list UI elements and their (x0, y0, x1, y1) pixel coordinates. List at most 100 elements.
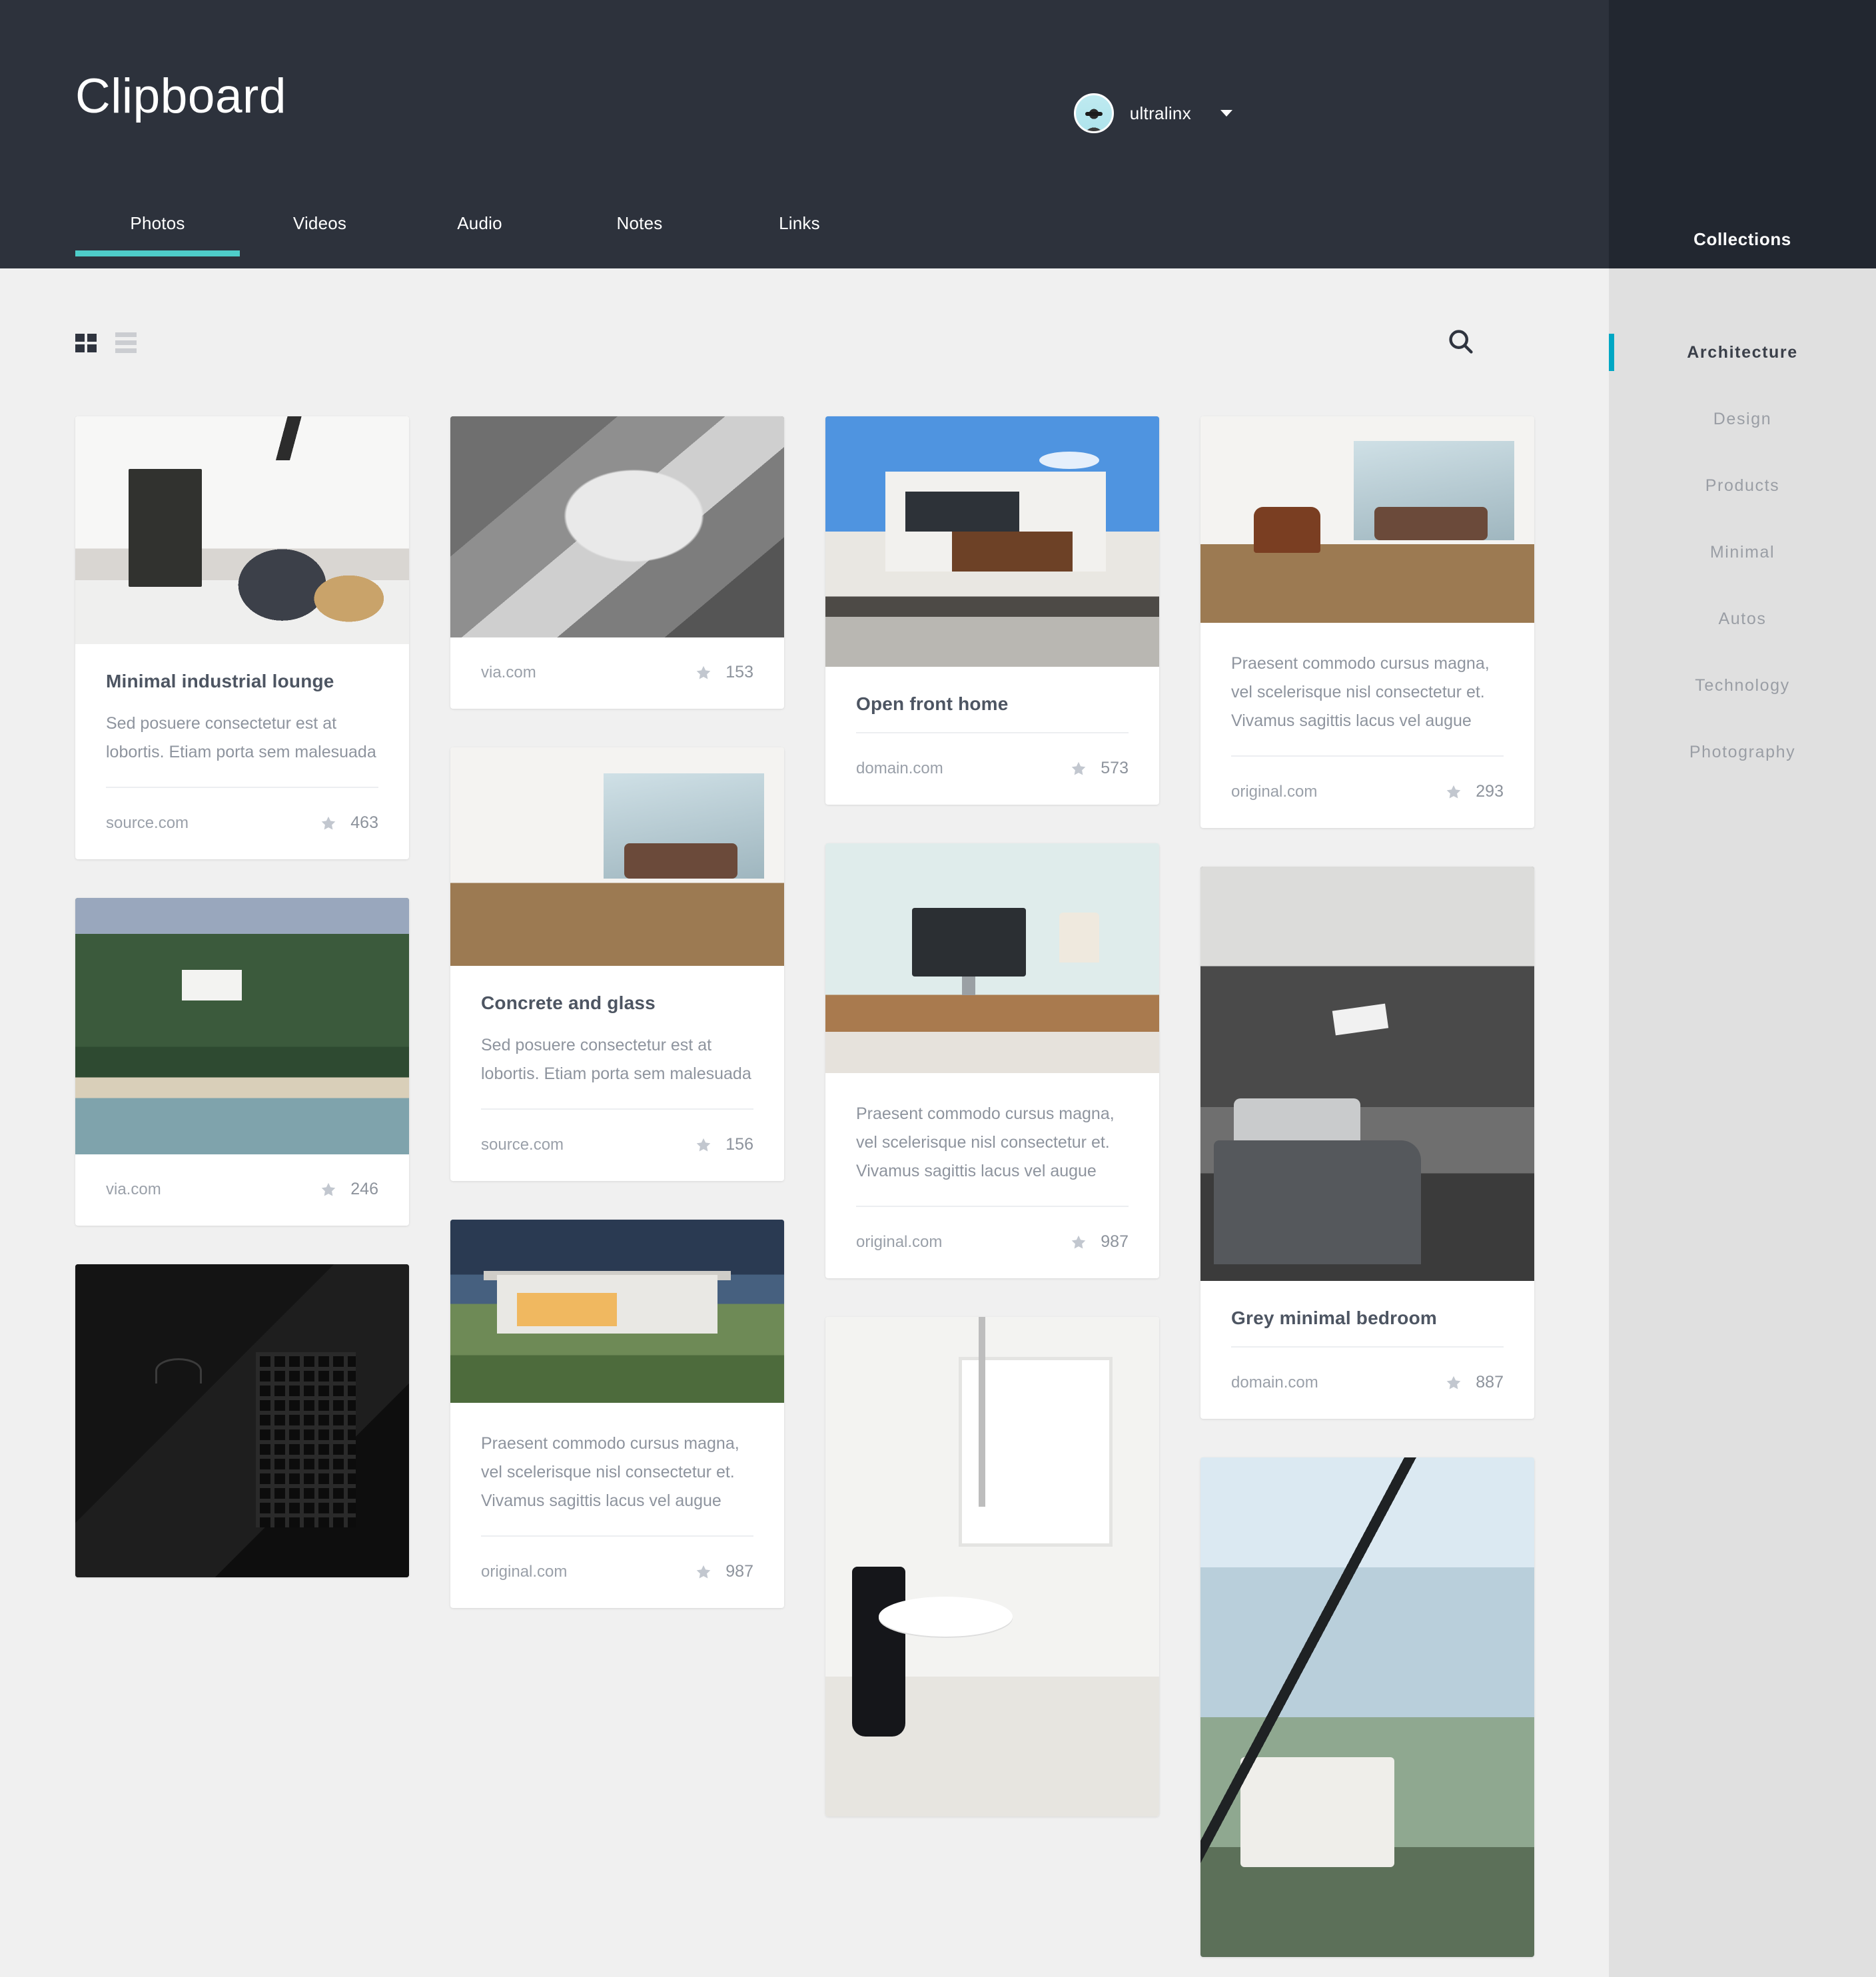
card-source[interactable]: via.com (481, 663, 536, 682)
sidebar-item-products[interactable]: Products (1609, 452, 1876, 519)
sidebar-item-label: Design (1713, 409, 1772, 428)
header-main: Clipboard ultralinx Photos Videos Audio … (0, 0, 1609, 268)
tab-photos-label: Photos (130, 213, 185, 233)
card-footer: source.com 156 (450, 1110, 784, 1181)
tab-underline-links (719, 250, 879, 256)
photo-card[interactable] (75, 1264, 409, 1577)
photo-card[interactable]: Praesent commodo cursus magna, vel scele… (825, 843, 1159, 1278)
card-source[interactable]: original.com (856, 1233, 942, 1252)
card-thumbnail[interactable] (825, 843, 1159, 1073)
list-row (115, 348, 137, 353)
card-footer: domain.com 887 (1200, 1348, 1534, 1419)
tab-photos[interactable]: Photos (75, 213, 240, 256)
card-thumbnail[interactable] (1200, 1457, 1534, 1957)
chevron-down-icon[interactable] (1220, 110, 1232, 117)
sidebar-item-label: Photography (1689, 742, 1796, 761)
sidebar-item-label: Minimal (1709, 542, 1775, 562)
card-thumbnail[interactable] (1200, 867, 1534, 1281)
star-icon (1446, 785, 1461, 799)
tab-notes[interactable]: Notes (560, 213, 719, 256)
card-description: Sed posuere consectetur est at lobortis.… (106, 714, 376, 761)
card-source[interactable]: domain.com (1231, 1374, 1318, 1392)
card-source[interactable]: source.com (481, 1136, 564, 1154)
photo-grid: Minimal industrial lounge Sed posuere co… (75, 416, 1534, 1957)
sidebar-item-autos[interactable]: Autos (1609, 586, 1876, 652)
card-star-count: 573 (1101, 759, 1129, 777)
photo-open-front-home (825, 416, 1159, 667)
card-star-count: 153 (725, 663, 753, 681)
star-icon (696, 1565, 711, 1579)
card-star-count: 987 (1101, 1232, 1129, 1251)
sidebar-item-technology[interactable]: Technology (1609, 652, 1876, 719)
card-footer: domain.com 573 (825, 733, 1159, 805)
card-source[interactable]: domain.com (856, 759, 943, 778)
card-star-group: 153 (695, 663, 753, 682)
tab-links-label: Links (779, 213, 820, 233)
photo-card[interactable] (1200, 1457, 1534, 1957)
card-thumbnail[interactable] (825, 1317, 1159, 1816)
tab-active-underline (75, 250, 240, 256)
sidebar-item-architecture[interactable]: Architecture (1609, 319, 1876, 386)
tab-audio[interactable]: Audio (400, 213, 560, 256)
photo-card[interactable]: Minimal industrial lounge Sed posuere co… (75, 416, 409, 859)
grid-view-icon[interactable] (75, 333, 97, 352)
user-menu[interactable]: ultralinx (1073, 93, 1232, 133)
sidebar-item-photography[interactable]: Photography (1609, 719, 1876, 785)
card-body: Praesent commodo cursus magna, vel scele… (1200, 623, 1534, 735)
card-source[interactable]: via.com (106, 1180, 161, 1199)
photo-card[interactable] (825, 1317, 1159, 1816)
photo-card[interactable]: Concrete and glass Sed posuere consectet… (450, 747, 784, 1181)
card-thumbnail[interactable] (1200, 416, 1534, 623)
app-header: Clipboard ultralinx Photos Videos Audio … (0, 0, 1876, 268)
grid-column: Praesent commodo cursus magna, vel scele… (1200, 416, 1534, 1957)
photo-card[interactable]: via.com 153 (450, 416, 784, 709)
card-thumbnail[interactable] (450, 747, 784, 966)
photo-card[interactable]: Open front home domain.com 573 (825, 416, 1159, 805)
card-thumbnail[interactable] (75, 416, 409, 644)
card-description: Praesent commodo cursus magna, vel scele… (856, 1104, 1115, 1180)
card-thumbnail[interactable] (450, 1220, 784, 1403)
card-star-count: 463 (350, 813, 378, 832)
search-icon[interactable] (1446, 327, 1476, 356)
card-title: Grey minimal bedroom (1231, 1308, 1437, 1328)
card-thumbnail[interactable] (75, 898, 409, 1154)
card-body: Minimal industrial lounge Sed posuere co… (75, 644, 409, 767)
card-thumbnail[interactable] (450, 416, 784, 637)
content-toolbar (0, 268, 1609, 402)
photo-card[interactable]: Praesent commodo cursus magna, vel scele… (450, 1220, 784, 1608)
grid-column: Open front home domain.com 573 Praesent … (825, 416, 1159, 1816)
photo-dark-interior (75, 1264, 409, 1577)
grid-column: Minimal industrial lounge Sed posuere co… (75, 416, 409, 1577)
tab-underline-audio (400, 250, 560, 256)
photo-card[interactable]: Praesent commodo cursus magna, vel scele… (1200, 416, 1534, 828)
photo-forest-coast-villa (75, 898, 409, 1154)
card-source[interactable]: original.com (481, 1563, 567, 1581)
card-star-group: 987 (695, 1562, 753, 1581)
list-view-icon[interactable] (115, 332, 137, 353)
photo-card[interactable]: via.com 246 (75, 898, 409, 1226)
star-icon (1071, 761, 1086, 775)
grid-cell (75, 344, 85, 352)
card-body: Praesent commodo cursus magna, vel scele… (450, 1403, 784, 1515)
card-star-count: 987 (725, 1562, 753, 1581)
card-description: Sed posuere consectetur est at lobortis.… (481, 1036, 751, 1083)
card-title: Concrete and glass (481, 992, 656, 1013)
photo-white-dining-room (825, 1317, 1159, 1816)
photo-concrete-sculpture (450, 416, 784, 637)
card-source[interactable]: source.com (106, 814, 189, 833)
card-thumbnail[interactable] (825, 416, 1159, 667)
tab-links[interactable]: Links (719, 213, 879, 256)
sidebar-item-design[interactable]: Design (1609, 386, 1876, 452)
page-title: Clipboard (75, 69, 286, 123)
tab-videos[interactable]: Videos (240, 213, 400, 256)
view-toggle-group (75, 332, 137, 353)
sidebar-item-minimal[interactable]: Minimal (1609, 519, 1876, 586)
photo-card[interactable]: Grey minimal bedroom domain.com 887 (1200, 867, 1534, 1419)
sidebar-item-label: Technology (1695, 675, 1790, 695)
card-source[interactable]: original.com (1231, 783, 1317, 801)
tab-underline-videos (240, 250, 400, 256)
card-footer: original.com 293 (1200, 757, 1534, 828)
card-thumbnail[interactable] (75, 1264, 409, 1577)
card-star-count: 246 (350, 1180, 378, 1198)
grid-cell (75, 333, 85, 342)
